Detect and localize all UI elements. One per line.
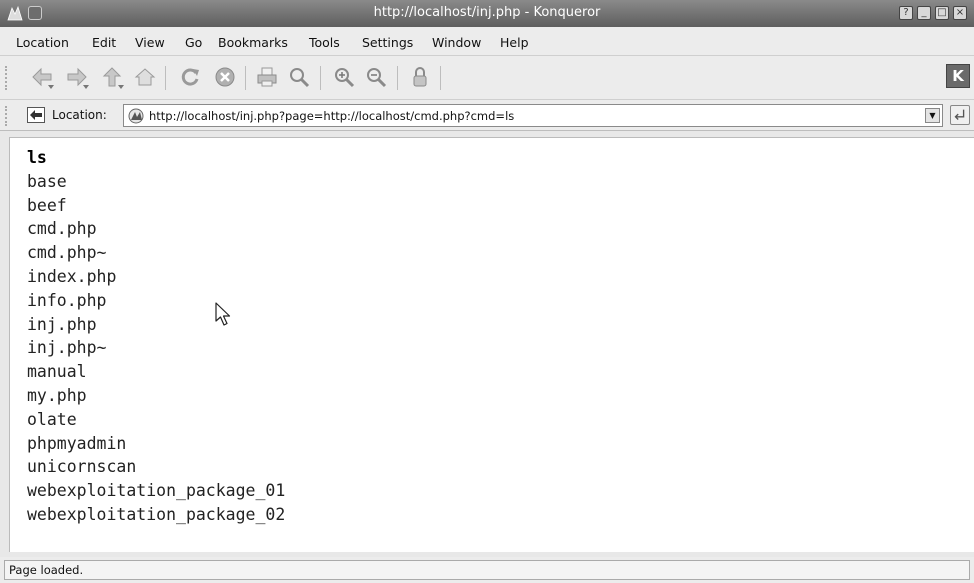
listing-line: unicornscan xyxy=(27,457,137,477)
menu-bar: Location Edit View Go Bookmarks Tools Se… xyxy=(0,27,974,56)
print-icon[interactable] xyxy=(255,65,279,89)
clear-location-icon[interactable] xyxy=(27,107,45,123)
listing-line: webexploitation_package_02 xyxy=(27,504,286,524)
page-viewport[interactable]: ls base beef cmd.php cmd.php~ index.php info.p… xyxy=(9,137,974,552)
listing-line: index.php xyxy=(27,266,117,286)
status-text: Page loaded. xyxy=(9,563,84,577)
listing-line: inj.php~ xyxy=(27,338,107,358)
help-window-icon[interactable]: ? xyxy=(899,6,913,20)
stop-icon[interactable] xyxy=(213,65,237,89)
status-bar: Page loaded. xyxy=(0,557,974,583)
listing-line: cmd.php xyxy=(27,219,97,239)
title-bar: http://localhost/inj.php - Konqueror ? _… xyxy=(0,0,974,27)
menu-view[interactable]: View xyxy=(135,35,165,50)
menu-window[interactable]: Window xyxy=(432,35,481,50)
url-field[interactable]: ▼ xyxy=(123,104,943,127)
window-title: http://localhost/inj.php - Konqueror xyxy=(373,5,601,20)
mouse-cursor-icon xyxy=(215,302,231,326)
reload-icon[interactable] xyxy=(178,65,202,89)
home-icon[interactable] xyxy=(133,65,157,89)
url-input[interactable] xyxy=(149,106,909,125)
toolbar-grip[interactable] xyxy=(5,66,8,90)
menu-help[interactable]: Help xyxy=(500,35,529,50)
listing-line: inj.php xyxy=(27,314,97,334)
listing-line: webexploitation_package_01 xyxy=(27,481,286,501)
maximize-icon[interactable]: □ xyxy=(935,6,949,20)
listing-line: info.php xyxy=(27,290,107,310)
listing-line: olate xyxy=(27,409,77,429)
security-icon[interactable] xyxy=(408,65,432,89)
main-toolbar xyxy=(0,56,974,100)
toolbar-separator xyxy=(165,66,166,90)
listing-line: beef xyxy=(27,195,67,215)
menu-go[interactable]: Go xyxy=(185,35,202,50)
location-label: Location: xyxy=(52,108,107,122)
menu-edit[interactable]: Edit xyxy=(92,35,116,50)
minimize-icon[interactable]: _ xyxy=(917,6,931,20)
up-dropdown-icon[interactable] xyxy=(118,85,124,89)
back-dropdown-icon[interactable] xyxy=(48,85,54,89)
history-dropdown-icon[interactable]: ▼ xyxy=(925,108,940,123)
toolbar-separator xyxy=(440,66,441,90)
command-output: ls base beef cmd.php cmd.php~ index.php info.p… xyxy=(27,146,285,527)
menu-tools[interactable]: Tools xyxy=(309,35,340,50)
listing-line: base xyxy=(27,171,67,191)
listing-line: my.php xyxy=(27,385,87,405)
menu-settings[interactable]: Settings xyxy=(362,35,413,50)
find-icon[interactable] xyxy=(287,65,311,89)
listing-line: phpmyadmin xyxy=(27,433,127,453)
zoom-in-icon[interactable] xyxy=(332,65,356,89)
forward-dropdown-icon[interactable] xyxy=(83,85,89,89)
listing-line: cmd.php~ xyxy=(27,243,107,263)
go-icon[interactable] xyxy=(950,105,970,125)
toolbar-separator xyxy=(320,66,321,90)
toolbar-separator xyxy=(397,66,398,90)
close-icon[interactable]: × xyxy=(953,6,967,20)
favicon-icon xyxy=(128,108,145,124)
menu-location[interactable]: Location xyxy=(16,35,69,50)
status-box: Page loaded. xyxy=(4,560,970,580)
zoom-out-icon[interactable] xyxy=(364,65,388,89)
location-toolbar: Location: ▼ xyxy=(0,100,974,131)
command-text: ls xyxy=(27,148,47,167)
toolbar-grip[interactable] xyxy=(5,106,8,126)
listing-line: manual xyxy=(27,362,87,382)
kde-logo-icon[interactable]: K xyxy=(946,64,970,88)
toolbar-separator xyxy=(245,66,246,90)
menu-bookmarks[interactable]: Bookmarks xyxy=(218,35,288,50)
